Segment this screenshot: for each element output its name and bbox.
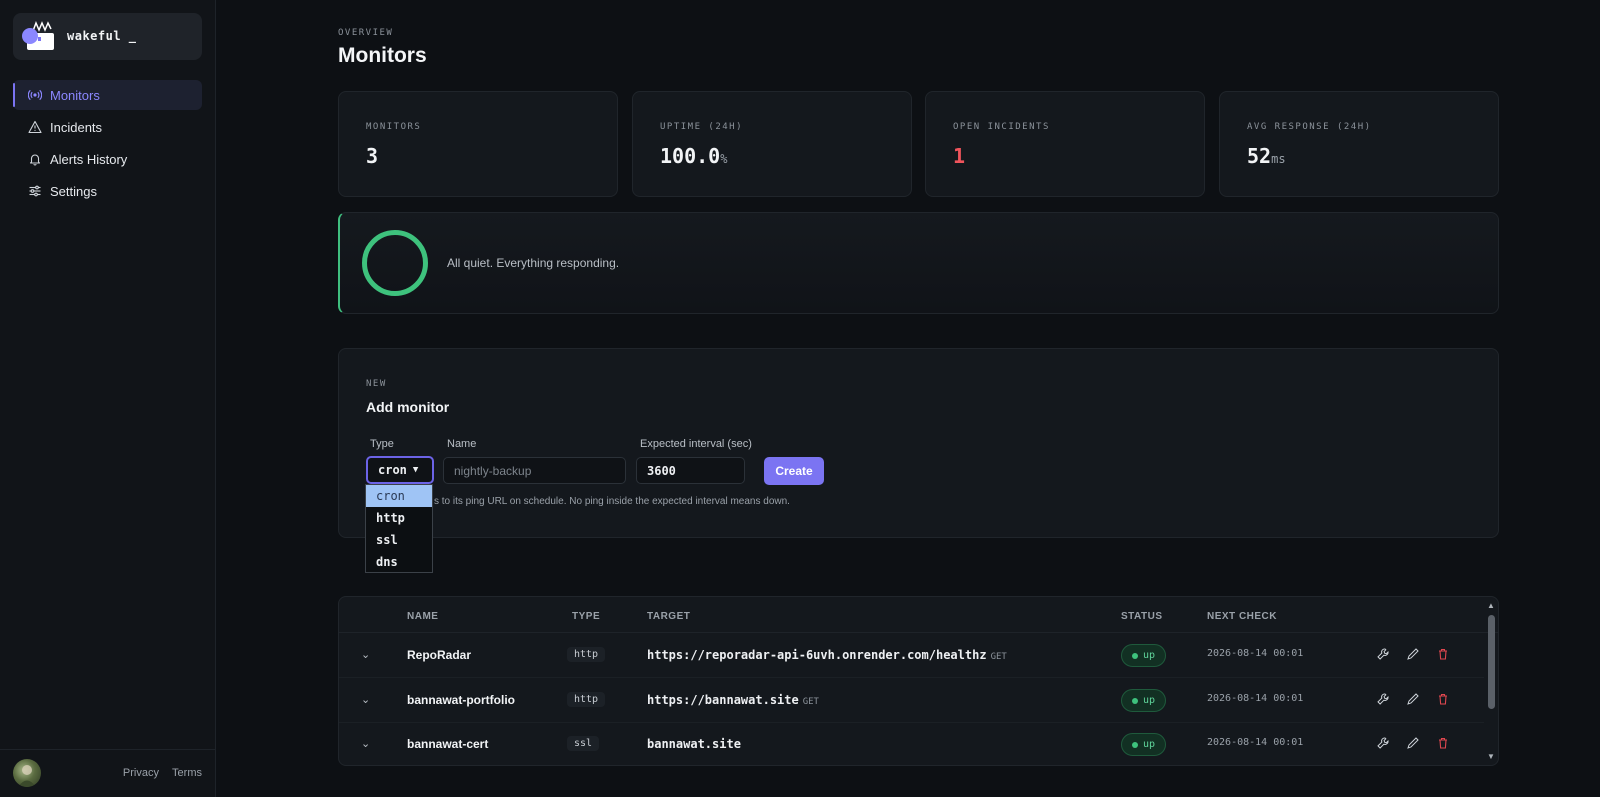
monitor-type: ssl (567, 736, 600, 751)
create-button[interactable]: Create (764, 457, 824, 485)
stat-value: 1 (953, 144, 966, 168)
delete-trash-icon[interactable] (1436, 692, 1450, 706)
monitor-type: http (567, 647, 606, 662)
chevron-down-icon[interactable]: ⌄ (361, 693, 370, 706)
column-header-status: STATUS (1121, 611, 1163, 622)
stat-label: OPEN INCIDENTS (953, 122, 1050, 132)
status-badge: up (1121, 733, 1167, 756)
test-wrench-icon[interactable] (1376, 647, 1390, 661)
name-input[interactable]: nightly-backup (443, 457, 626, 484)
column-header-next-check: NEXT CHECK (1207, 611, 1278, 622)
sidebar-item-label: Incidents (50, 119, 103, 135)
column-header-type: TYPE (572, 611, 601, 622)
chevron-down-icon[interactable]: ⌄ (361, 737, 370, 750)
type-option-ssl[interactable]: ssl (366, 529, 432, 551)
logo-icon (22, 20, 54, 50)
column-header-name: NAME (407, 611, 439, 622)
stat-card-uptime: UPTIME (24H) 100.0% (632, 91, 912, 197)
type-select[interactable]: cron ▼ (366, 456, 434, 484)
stat-value: 100.0% (660, 144, 728, 168)
terms-link[interactable]: Terms (172, 767, 202, 779)
test-wrench-icon[interactable] (1376, 736, 1390, 750)
sliders-icon (28, 184, 42, 198)
type-option-cron[interactable]: cron (366, 485, 432, 507)
interval-label: Expected interval (sec) (640, 438, 752, 450)
monitor-name: bannawat-cert (407, 737, 489, 751)
monitor-target: https://reporadar-api-6uvh.onrender.com/… (647, 648, 1007, 662)
monitor-name: RepoRadar (407, 648, 472, 662)
interval-input[interactable]: 3600 (636, 457, 745, 484)
bell-icon (28, 152, 42, 166)
stat-value: 3 (366, 144, 379, 168)
stat-label: MONITORS (366, 122, 422, 132)
add-eyebrow: NEW (366, 379, 387, 389)
sidebar-item-incidents[interactable]: Incidents (13, 112, 202, 142)
scroll-down-icon[interactable]: ▼ (1487, 752, 1495, 761)
status-badge: up (1121, 689, 1167, 712)
sidebar-item-label: Alerts History (50, 151, 128, 167)
column-header-target: TARGET (647, 611, 691, 622)
sidebar-item-monitors[interactable]: Monitors (13, 80, 202, 110)
sidebar-nav: Monitors Incidents Alerts History Settin… (13, 80, 202, 208)
delete-trash-icon[interactable] (1436, 647, 1450, 661)
stat-label: AVG RESPONSE (24H) (1247, 122, 1372, 132)
stat-card-open-incidents: OPEN INCIDENTS 1 (925, 91, 1205, 197)
stat-value: 52ms (1247, 144, 1286, 168)
add-monitor-title: Add monitor (366, 399, 450, 415)
sidebar: wakeful _ Monitors Incidents Alerts Hist… (0, 0, 216, 797)
monitor-name: bannawat-portfolio (407, 693, 515, 707)
type-select-value: cron (378, 463, 407, 477)
stat-card-avg-response: AVG RESPONSE (24H) 52ms (1219, 91, 1499, 197)
warning-icon (28, 120, 42, 134)
type-option-dns[interactable]: dns (366, 551, 432, 573)
status-banner: All quiet. Everything responding. (338, 212, 1499, 314)
next-check: 2026-08-14 00:01 (1207, 737, 1304, 748)
edit-pencil-icon[interactable] (1406, 647, 1420, 661)
monitors-table: NAME TYPE TARGET STATUS NEXT CHECK ⌄ Rep… (338, 596, 1499, 766)
edit-pencil-icon[interactable] (1406, 692, 1420, 706)
table-row[interactable]: ⌄ bannawat-portfolio http https://bannaw… (339, 678, 1484, 723)
sidebar-footer: Privacy Terms (0, 749, 216, 797)
status-message: All quiet. Everything responding. (447, 256, 620, 270)
edit-pencil-icon[interactable] (1406, 736, 1420, 750)
test-wrench-icon[interactable] (1376, 692, 1390, 706)
type-option-http[interactable]: http (366, 507, 432, 529)
avatar[interactable] (13, 759, 41, 787)
status-dot-icon (1132, 697, 1138, 704)
monitor-target: https://bannawat.site GET (647, 693, 819, 707)
add-monitor-card: NEW Add monitor Type Name Expected inter… (338, 348, 1499, 538)
brand-name: wakeful _ (67, 29, 137, 43)
type-dropdown: cron http ssl dns (365, 484, 433, 573)
table-row[interactable]: ⌄ bannawat-cert ssl bannawat.site up 202… (339, 722, 1484, 765)
status-ring-icon (362, 230, 428, 296)
name-label: Name (447, 438, 477, 450)
status-dot-icon (1132, 652, 1138, 659)
next-check: 2026-08-14 00:01 (1207, 693, 1304, 704)
scroll-up-icon[interactable]: ▲ (1487, 601, 1495, 610)
page-eyebrow: OVERVIEW (338, 28, 394, 38)
table-row[interactable]: ⌄ RepoRadar http https://reporadar-api-6… (339, 633, 1484, 678)
caret-down-icon: ▼ (412, 465, 419, 475)
sidebar-item-label: Settings (50, 183, 97, 199)
footer-links: Privacy Terms (113, 767, 202, 779)
sidebar-item-settings[interactable]: Settings (13, 176, 202, 206)
type-label: Type (370, 438, 394, 450)
status-dot-icon (1132, 741, 1138, 748)
broadcast-icon (28, 88, 42, 102)
scroll-thumb[interactable] (1488, 615, 1495, 709)
chevron-down-icon[interactable]: ⌄ (361, 648, 370, 661)
privacy-link[interactable]: Privacy (123, 767, 159, 779)
stat-card-monitors: MONITORS 3 (338, 91, 618, 197)
monitor-target: bannawat.site (647, 737, 741, 751)
next-check: 2026-08-14 00:01 (1207, 648, 1304, 659)
status-badge: up (1121, 644, 1167, 667)
page-title: Monitors (338, 44, 427, 67)
sidebar-item-alerts-history[interactable]: Alerts History (13, 144, 202, 174)
delete-trash-icon[interactable] (1436, 736, 1450, 750)
table-scrollbar[interactable]: ▲ ▼ (1486, 601, 1496, 761)
monitor-type: http (567, 692, 606, 707)
stat-label: UPTIME (24H) (660, 122, 744, 132)
sidebar-item-label: Monitors (50, 87, 100, 103)
brand-block[interactable]: wakeful _ (13, 13, 202, 60)
